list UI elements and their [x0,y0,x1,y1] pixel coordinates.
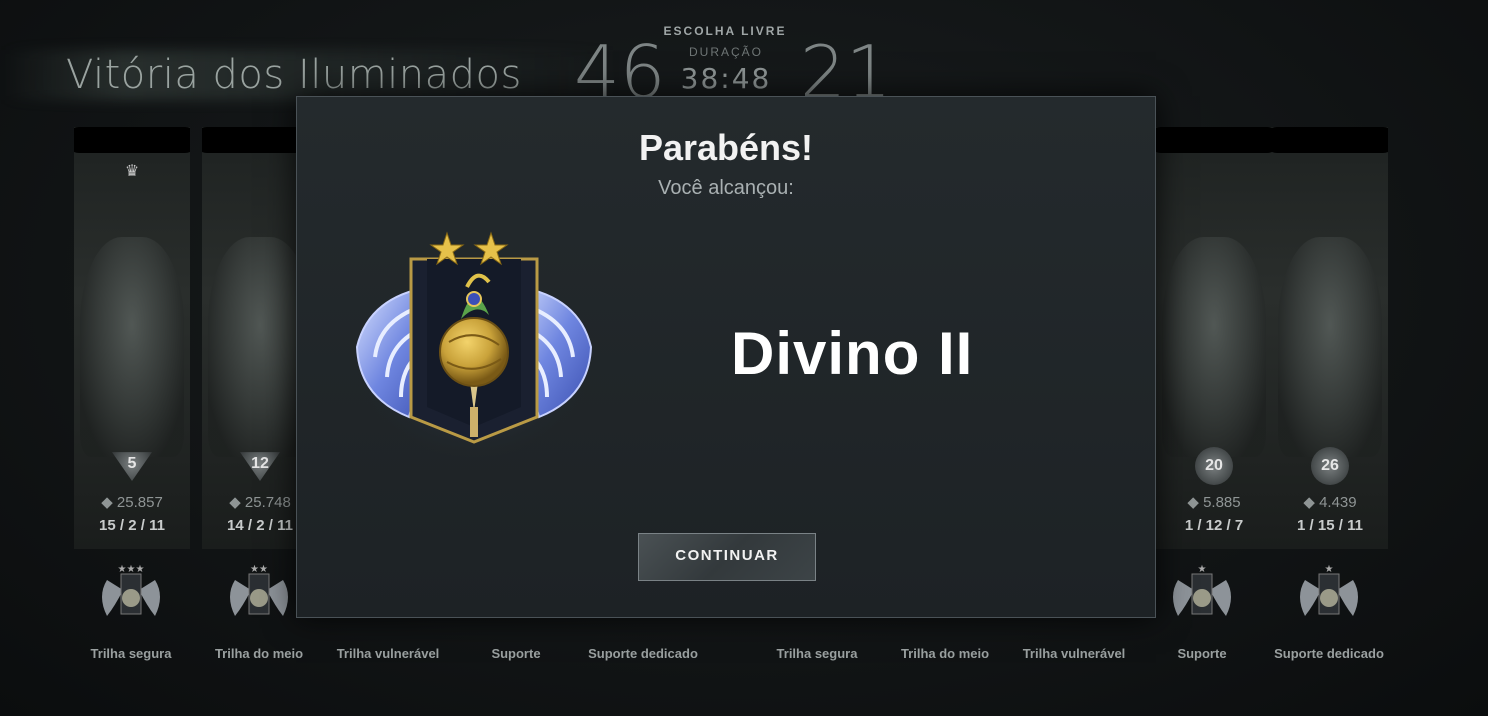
role-label: Trilha vulnerável [336,646,440,661]
rank-medal-icon: ★★ [221,560,297,626]
gold-icon: ◆ [1303,494,1315,511]
modal-subtitle: Você alcançou: [658,177,794,199]
svg-text:★: ★ [1198,564,1207,575]
player-gold: ◆ 4.439 [1303,494,1357,511]
player-kda: 1 / 12 / 7 [1184,517,1244,534]
gold-icon: ◆ [229,494,241,511]
continue-button[interactable]: CONTINUAR [638,533,816,581]
divine-medal-icon [349,227,599,457]
rank-medal-icon: ★ [1164,560,1240,626]
role-label: Suporte dedicado [1274,646,1384,661]
duration-value: 38:48 [680,62,772,95]
player-name-hidden [74,127,190,153]
svg-text:★★: ★★ [250,564,268,575]
gold-icon: ◆ [1187,494,1199,511]
player-level: 12 [240,452,280,481]
rank-medal-icon: ★★★ [93,560,169,626]
player-level: 5 [112,452,152,481]
svg-text:★: ★ [1325,564,1334,575]
duration-label: DURAÇÃO [688,45,763,59]
player-card[interactable]: 26 ◆ 4.439 1 / 15 / 11 [1272,127,1388,549]
role-label: Suporte [1177,646,1227,661]
rank-up-modal: Parabéns! Você alcançou: Divino II CONTI… [296,96,1156,618]
crown-icon: ♛ [124,163,140,180]
player-kda: 15 / 2 / 11 [99,517,165,534]
player-name-hidden [1272,127,1388,153]
player-gold: ◆ 25.857 [101,494,163,511]
player-kda: 1 / 15 / 11 [1297,517,1363,534]
modal-title: Parabéns! [638,127,814,168]
svg-text:★★★: ★★★ [118,564,145,575]
role-label: Suporte dedicado [588,646,698,661]
role-label: Suporte [491,646,541,661]
player-rank-slot: ★★★ Trilha segura [66,560,196,661]
rank-medal-icon: ★ [1291,560,1367,626]
gold-icon: ◆ [101,494,113,511]
player-level: 26 [1311,447,1349,485]
game-mode: ESCOLHA LIVRE [663,24,787,38]
player-rank-slot: ★ Suporte dedicado [1264,560,1394,661]
role-label: Trilha segura [90,646,172,661]
rank-name: Divino II [731,320,974,387]
player-card[interactable]: ♛ 5 ◆ 25.857 15 / 2 / 11 [74,127,190,549]
hero-portrait [1162,237,1266,457]
player-card[interactable]: 20 ◆ 5.885 1 / 12 / 7 [1156,127,1272,549]
player-rank-slot: ★ Suporte [1137,560,1267,661]
player-level: 20 [1195,447,1233,485]
hero-portrait [1278,237,1382,457]
role-label: Trilha do meio [900,646,990,661]
hero-portrait [80,237,184,457]
role-label: Trilha segura [776,646,858,661]
role-label: Trilha vulnerável [1022,646,1126,661]
role-label: Trilha do meio [214,646,304,661]
player-gold: ◆ 5.885 [1187,494,1241,511]
player-name-hidden [1156,127,1272,153]
